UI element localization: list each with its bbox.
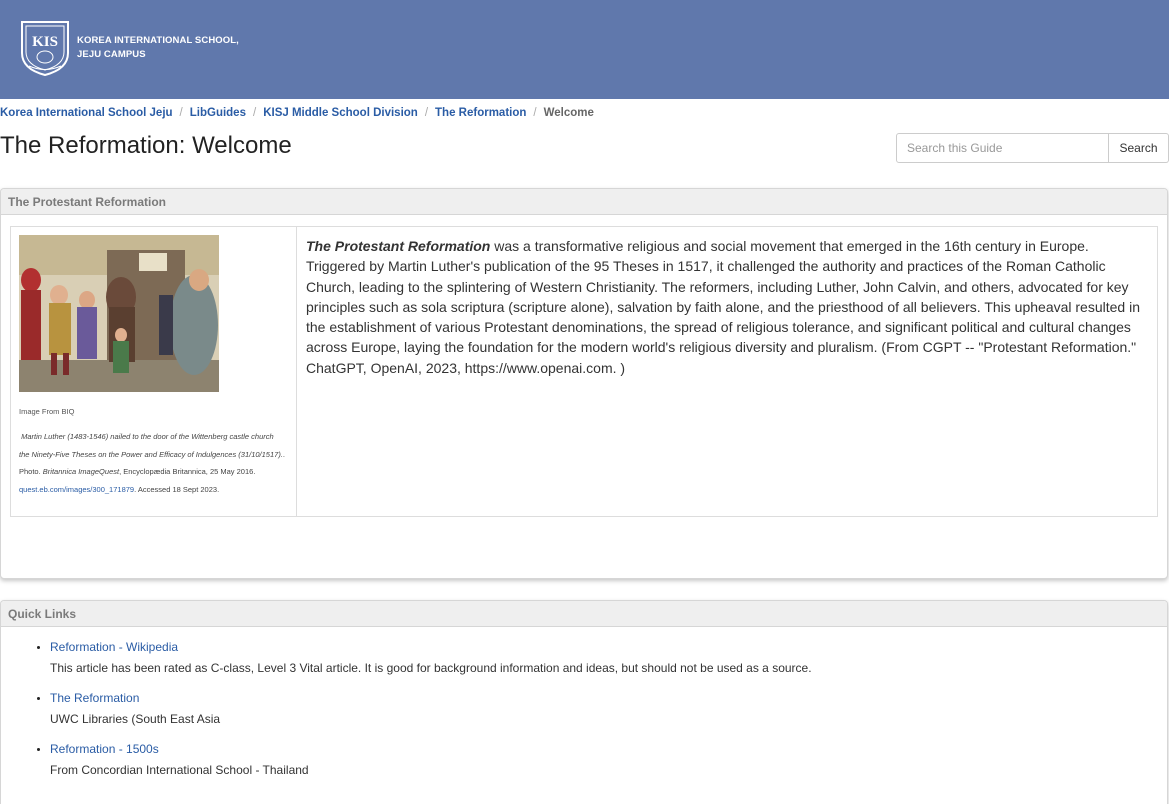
panel-heading: The Protestant Reformation (1, 189, 1167, 215)
caption-link[interactable]: quest.eb.com/images/300_171879 (19, 485, 134, 494)
link-description: This article has been rated as C-class, … (50, 661, 812, 675)
school-logo[interactable]: KIS KOREA INTERNATIONAL SCHOOL, JEJU CAM… (19, 19, 239, 77)
logo-line-1: KOREA INTERNATIONAL SCHOOL, (77, 35, 239, 46)
protestant-reformation-panel: The Protestant Reformation Image From BI… (0, 188, 1168, 579)
link-description: From Concordian International School - T… (50, 763, 309, 777)
breadcrumb-separator: / (424, 107, 429, 119)
search-input[interactable] (896, 133, 1109, 163)
luther-painting-image[interactable] (19, 235, 219, 392)
caption-publisher-rest: , Encyclopædia Britannica, 25 May 2016. (119, 467, 256, 476)
breadcrumb-separator: / (533, 107, 537, 119)
image-caption: Martin Luther (1483-1546) nailed to the … (19, 428, 288, 498)
caption-title: Martin Luther (1483-1546) nailed to the … (19, 432, 283, 459)
image-source: Image From BIQ (19, 407, 75, 416)
breadcrumb-current: Welcome (543, 107, 594, 119)
caption-publisher: Britannica ImageQuest (42, 467, 120, 476)
quick-link-1500s[interactable]: Reformation - 1500s (50, 741, 1167, 757)
list-item: The Reformation UWC Libraries (South Eas… (50, 690, 1167, 727)
school-crest-icon: KIS (21, 21, 69, 77)
description-bold-title: The Protestant Reformation (306, 238, 491, 254)
page-title: The Reformation: Welcome (0, 132, 292, 159)
panel-heading: Quick Links (1, 601, 1167, 627)
logo-line-2: JEJU CAMPUS (77, 49, 146, 60)
quick-link-wikipedia[interactable]: Reformation - Wikipedia (50, 639, 1167, 655)
image-column: Image From BIQ Martin Luther (1483-1546)… (11, 227, 297, 516)
guide-search: Search (896, 133, 1169, 163)
description-column: The Protestant Reformation was a transfo… (297, 227, 1157, 516)
logo-text: KOREA INTERNATIONAL SCHOOL, JEJU CAMPUS (77, 34, 239, 62)
breadcrumb-link-school[interactable]: Korea International School Jeju (0, 107, 173, 119)
quick-link-uwc[interactable]: The Reformation (50, 690, 1167, 706)
breadcrumb-link-guide[interactable]: The Reformation (435, 107, 526, 119)
breadcrumb-link-division[interactable]: KISJ Middle School Division (263, 107, 418, 119)
caption-accessed: . Accessed 18 Sept 2023. (134, 484, 220, 494)
quick-links-panel: Quick Links Reformation - Wikipedia This… (0, 600, 1168, 804)
panel-content: Image From BIQ Martin Luther (1483-1546)… (10, 226, 1158, 517)
breadcrumb: Korea International School Jeju / LibGui… (0, 106, 594, 120)
site-header: KIS KOREA INTERNATIONAL SCHOOL, JEJU CAM… (0, 0, 1169, 99)
link-description: UWC Libraries (South East Asia (50, 712, 221, 726)
breadcrumb-separator: / (252, 107, 257, 119)
breadcrumb-link-libguides[interactable]: LibGuides (190, 107, 246, 119)
breadcrumb-separator: / (179, 107, 183, 119)
description-text: was a transformative religious and socia… (306, 238, 1140, 376)
quick-links-list: Reformation - Wikipedia This article has… (1, 627, 1167, 778)
list-item: Reformation - Wikipedia This article has… (50, 639, 1167, 676)
svg-text:KIS: KIS (32, 34, 58, 50)
reformation-description: The Protestant Reformation was a transfo… (306, 236, 1147, 378)
search-button[interactable]: Search (1109, 133, 1169, 163)
list-item: Reformation - 1500s From Concordian Inte… (50, 741, 1167, 778)
